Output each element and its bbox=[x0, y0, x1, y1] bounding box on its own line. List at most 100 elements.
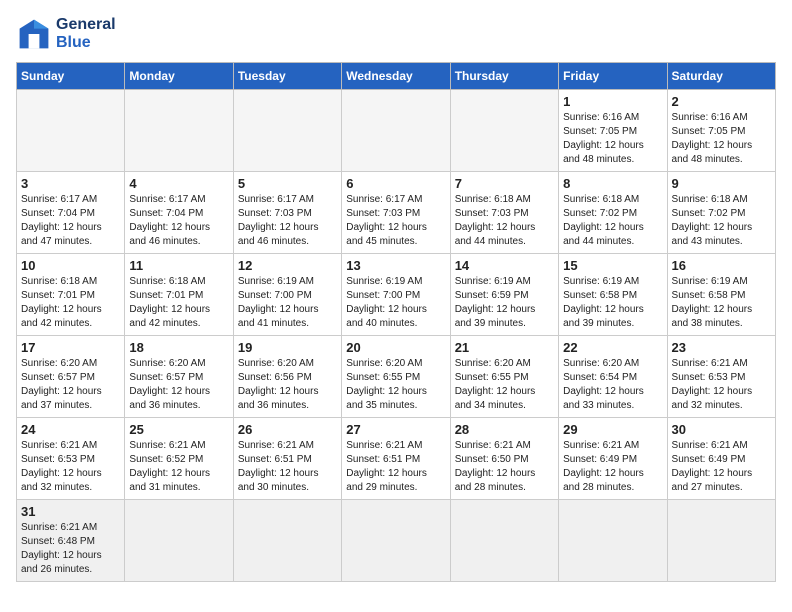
day-info: Sunrise: 6:18 AM Sunset: 7:02 PM Dayligh… bbox=[672, 193, 771, 249]
calendar-cell bbox=[450, 90, 558, 172]
day-info: Sunrise: 6:20 AM Sunset: 6:54 PM Dayligh… bbox=[563, 357, 662, 413]
weekday-header-monday: Monday bbox=[125, 63, 233, 90]
calendar-cell: 25 Sunrise: 6:21 AM Sunset: 6:52 PM Dayli… bbox=[125, 418, 233, 500]
day-info: Sunrise: 6:20 AM Sunset: 6:55 PM Dayligh… bbox=[455, 357, 554, 413]
day-number: 10 bbox=[21, 258, 120, 273]
calendar-cell bbox=[559, 500, 667, 582]
calendar-cell bbox=[667, 500, 775, 582]
day-number: 30 bbox=[672, 422, 771, 437]
day-number: 12 bbox=[238, 258, 337, 273]
calendar-cell bbox=[17, 90, 125, 172]
day-number: 18 bbox=[129, 340, 228, 355]
day-number: 16 bbox=[672, 258, 771, 273]
day-info: Sunrise: 6:19 AM Sunset: 6:58 PM Dayligh… bbox=[672, 275, 771, 331]
weekday-header-friday: Friday bbox=[559, 63, 667, 90]
calendar-cell: 12 Sunrise: 6:19 AM Sunset: 7:00 PM Dayli… bbox=[233, 254, 341, 336]
day-number: 7 bbox=[455, 176, 554, 191]
calendar-cell: 9 Sunrise: 6:18 AM Sunset: 7:02 PM Daylig… bbox=[667, 172, 775, 254]
day-number: 29 bbox=[563, 422, 662, 437]
calendar-cell: 24Sunrise: 6:21 AM Sunset: 6:53 PM Dayli… bbox=[17, 418, 125, 500]
day-info: Sunrise: 6:18 AM Sunset: 7:01 PM Dayligh… bbox=[21, 275, 120, 331]
day-info: Sunrise: 6:17 AM Sunset: 7:04 PM Dayligh… bbox=[129, 193, 228, 249]
day-number: 25 bbox=[129, 422, 228, 437]
calendar-cell: 16 Sunrise: 6:19 AM Sunset: 6:58 PM Dayli… bbox=[667, 254, 775, 336]
calendar-cell: 26Sunrise: 6:21 AM Sunset: 6:51 PM Dayli… bbox=[233, 418, 341, 500]
weekday-header-thursday: Thursday bbox=[450, 63, 558, 90]
calendar-cell bbox=[342, 500, 450, 582]
calendar-cell: 11 Sunrise: 6:18 AM Sunset: 7:01 PM Dayli… bbox=[125, 254, 233, 336]
day-info: Sunrise: 6:19 AM Sunset: 6:58 PM Dayligh… bbox=[563, 275, 662, 331]
weekday-header-wednesday: Wednesday bbox=[342, 63, 450, 90]
day-info: Sunrise: 6:20 AM Sunset: 6:57 PM Dayligh… bbox=[21, 357, 120, 413]
calendar-cell: 10 Sunrise: 6:18 AM Sunset: 7:01 PM Dayli… bbox=[17, 254, 125, 336]
calendar-cell bbox=[125, 90, 233, 172]
day-number: 27 bbox=[346, 422, 445, 437]
day-info: Sunrise: 6:21 AM Sunset: 6:49 PM Dayligh… bbox=[672, 439, 771, 495]
calendar-cell: 22Sunrise: 6:20 AM Sunset: 6:54 PM Dayli… bbox=[559, 336, 667, 418]
logo: General Blue bbox=[16, 16, 116, 52]
calendar-cell: 6 Sunrise: 6:17 AM Sunset: 7:03 PM Daylig… bbox=[342, 172, 450, 254]
calendar-cell bbox=[450, 500, 558, 582]
calendar-cell: 1Sunrise: 6:16 AM Sunset: 7:05 PM Daylig… bbox=[559, 90, 667, 172]
weekday-header-tuesday: Tuesday bbox=[233, 63, 341, 90]
day-number: 3 bbox=[21, 176, 120, 191]
calendar-cell: 30 Sunrise: 6:21 AM Sunset: 6:49 PM Dayli… bbox=[667, 418, 775, 500]
calendar-cell: 23 Sunrise: 6:21 AM Sunset: 6:53 PM Dayli… bbox=[667, 336, 775, 418]
calendar-cell: 14 Sunrise: 6:19 AM Sunset: 6:59 PM Dayli… bbox=[450, 254, 558, 336]
weekday-header-saturday: Saturday bbox=[667, 63, 775, 90]
day-info: Sunrise: 6:18 AM Sunset: 7:01 PM Dayligh… bbox=[129, 275, 228, 331]
day-info: Sunrise: 6:17 AM Sunset: 7:04 PM Dayligh… bbox=[21, 193, 120, 249]
header: General Blue bbox=[16, 16, 776, 52]
calendar-cell bbox=[233, 500, 341, 582]
calendar-cell: 21 Sunrise: 6:20 AM Sunset: 6:55 PM Dayli… bbox=[450, 336, 558, 418]
day-number: 6 bbox=[346, 176, 445, 191]
calendar-cell: 4Sunrise: 6:17 AM Sunset: 7:04 PM Daylig… bbox=[125, 172, 233, 254]
day-info: Sunrise: 6:20 AM Sunset: 6:57 PM Dayligh… bbox=[129, 357, 228, 413]
calendar-cell: 15Sunrise: 6:19 AM Sunset: 6:58 PM Dayli… bbox=[559, 254, 667, 336]
calendar: SundayMondayTuesdayWednesdayThursdayFrid… bbox=[16, 62, 776, 582]
day-info: Sunrise: 6:16 AM Sunset: 7:05 PM Dayligh… bbox=[672, 111, 771, 167]
day-number: 24 bbox=[21, 422, 120, 437]
day-number: 8 bbox=[563, 176, 662, 191]
calendar-cell: 28 Sunrise: 6:21 AM Sunset: 6:50 PM Dayli… bbox=[450, 418, 558, 500]
day-info: Sunrise: 6:20 AM Sunset: 6:55 PM Dayligh… bbox=[346, 357, 445, 413]
day-info: Sunrise: 6:21 AM Sunset: 6:49 PM Dayligh… bbox=[563, 439, 662, 495]
day-number: 11 bbox=[129, 258, 228, 273]
calendar-cell bbox=[233, 90, 341, 172]
day-number: 23 bbox=[672, 340, 771, 355]
calendar-cell: 2 Sunrise: 6:16 AM Sunset: 7:05 PM Daylig… bbox=[667, 90, 775, 172]
day-number: 9 bbox=[672, 176, 771, 191]
day-number: 14 bbox=[455, 258, 554, 273]
calendar-cell bbox=[342, 90, 450, 172]
calendar-cell: 19Sunrise: 6:20 AM Sunset: 6:56 PM Dayli… bbox=[233, 336, 341, 418]
day-number: 2 bbox=[672, 94, 771, 109]
day-number: 28 bbox=[455, 422, 554, 437]
day-info: Sunrise: 6:21 AM Sunset: 6:51 PM Dayligh… bbox=[346, 439, 445, 495]
logo-icon bbox=[16, 16, 52, 52]
calendar-cell: 31Sunrise: 6:21 AM Sunset: 6:48 PM Dayli… bbox=[17, 500, 125, 582]
calendar-cell: 13 Sunrise: 6:19 AM Sunset: 7:00 PM Dayli… bbox=[342, 254, 450, 336]
calendar-cell bbox=[125, 500, 233, 582]
calendar-cell: 18 Sunrise: 6:20 AM Sunset: 6:57 PM Dayli… bbox=[125, 336, 233, 418]
day-info: Sunrise: 6:20 AM Sunset: 6:56 PM Dayligh… bbox=[238, 357, 337, 413]
day-info: Sunrise: 6:19 AM Sunset: 7:00 PM Dayligh… bbox=[238, 275, 337, 331]
day-number: 1 bbox=[563, 94, 662, 109]
day-info: Sunrise: 6:19 AM Sunset: 7:00 PM Dayligh… bbox=[346, 275, 445, 331]
day-info: Sunrise: 6:18 AM Sunset: 7:02 PM Dayligh… bbox=[563, 193, 662, 249]
calendar-cell: 5Sunrise: 6:17 AM Sunset: 7:03 PM Daylig… bbox=[233, 172, 341, 254]
day-info: Sunrise: 6:19 AM Sunset: 6:59 PM Dayligh… bbox=[455, 275, 554, 331]
day-info: Sunrise: 6:17 AM Sunset: 7:03 PM Dayligh… bbox=[238, 193, 337, 249]
calendar-cell: 29 Sunrise: 6:21 AM Sunset: 6:49 PM Dayli… bbox=[559, 418, 667, 500]
calendar-cell: 20 Sunrise: 6:20 AM Sunset: 6:55 PM Dayli… bbox=[342, 336, 450, 418]
calendar-cell: 7Sunrise: 6:18 AM Sunset: 7:03 PM Daylig… bbox=[450, 172, 558, 254]
day-number: 13 bbox=[346, 258, 445, 273]
logo-text: General Blue bbox=[56, 16, 116, 51]
calendar-cell: 3 Sunrise: 6:17 AM Sunset: 7:04 PM Daylig… bbox=[17, 172, 125, 254]
day-info: Sunrise: 6:17 AM Sunset: 7:03 PM Dayligh… bbox=[346, 193, 445, 249]
day-info: Sunrise: 6:21 AM Sunset: 6:48 PM Dayligh… bbox=[21, 521, 120, 577]
day-info: Sunrise: 6:21 AM Sunset: 6:50 PM Dayligh… bbox=[455, 439, 554, 495]
day-info: Sunrise: 6:21 AM Sunset: 6:52 PM Dayligh… bbox=[129, 439, 228, 495]
day-info: Sunrise: 6:21 AM Sunset: 6:53 PM Dayligh… bbox=[672, 357, 771, 413]
day-number: 20 bbox=[346, 340, 445, 355]
day-number: 21 bbox=[455, 340, 554, 355]
